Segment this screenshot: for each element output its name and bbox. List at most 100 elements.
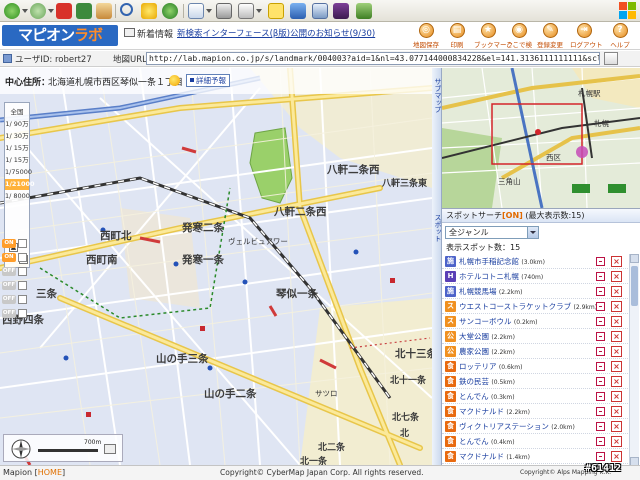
spot-close-icon[interactable]: × bbox=[611, 391, 622, 402]
spot-close-icon[interactable]: × bbox=[611, 421, 622, 432]
tools-icon[interactable] bbox=[356, 3, 372, 19]
spot-route-icon[interactable] bbox=[596, 332, 605, 341]
spot-list-scrollbar[interactable] bbox=[629, 254, 639, 466]
spot-list-item[interactable]: 施札幌競馬場 (2.2km) × bbox=[442, 284, 628, 299]
spot-route-icon[interactable] bbox=[596, 362, 605, 371]
spot-close-icon[interactable]: × bbox=[611, 346, 622, 357]
spot-name-link[interactable]: 大堂公園 (2.2km) bbox=[459, 331, 515, 343]
spot-close-icon[interactable]: × bbox=[611, 301, 622, 312]
zoom-level[interactable]: 1/ 15万 bbox=[5, 143, 29, 154]
spot-name-link[interactable]: ロッテリア (0.6km) bbox=[459, 361, 522, 373]
spot-name-link[interactable]: 鉄の民芸 (0.5km) bbox=[459, 376, 515, 388]
spot-close-icon[interactable]: × bbox=[611, 331, 622, 342]
zoom-level[interactable]: 1/ 90万 bbox=[5, 119, 29, 130]
spot-list-item[interactable]: 食とんでん (0.4km) × bbox=[442, 434, 628, 449]
spot-name-link[interactable]: ヴィクトリアステーション (2.0km) bbox=[459, 421, 575, 433]
forward-dropdown-icon[interactable] bbox=[48, 9, 54, 13]
spot-name-link[interactable]: とんでん (0.3km) bbox=[459, 391, 515, 403]
spot-list-item[interactable]: 食マクドナルド (1.4km) × bbox=[442, 449, 628, 464]
spot-route-icon[interactable] bbox=[596, 317, 605, 326]
spot-list-item[interactable]: 公農家公園 (2.2km) × bbox=[442, 344, 628, 359]
spot-route-icon[interactable] bbox=[596, 257, 605, 266]
spot-close-icon[interactable]: × bbox=[611, 271, 622, 282]
spot-close-icon[interactable]: × bbox=[611, 316, 622, 327]
spot-list-item[interactable]: スサンコーボウル (0.2km) × bbox=[442, 314, 628, 329]
spot-list-item[interactable]: 食マクドナルド (2.2km) × bbox=[442, 404, 628, 419]
tool-toggle[interactable]: OFF bbox=[2, 267, 30, 277]
settings-button[interactable]: ✎ 登録変更 bbox=[536, 23, 564, 49]
spot-close-icon[interactable]: × bbox=[611, 256, 622, 267]
copy-url-button[interactable] bbox=[604, 52, 618, 65]
zoom-level[interactable]: 1/ 15万 bbox=[5, 155, 29, 166]
spot-list-item[interactable]: 食とんでん (0.3km) × bbox=[442, 389, 628, 404]
spot-name-link[interactable]: ウエストコーストラケットクラブ (2.9km) bbox=[459, 301, 597, 313]
spot-name-link[interactable]: ホテルコトニ札幌 (740m) bbox=[459, 271, 543, 283]
overview-map[interactable]: 札幌 札幌駅 西区 三角山 bbox=[442, 68, 640, 208]
tool-toggle[interactable]: OFF bbox=[2, 281, 30, 291]
spot-list-item[interactable]: 食ヴィクトリアステーション (2.0km) × bbox=[442, 419, 628, 434]
zoom-level-active[interactable]: 1/21000 bbox=[5, 179, 35, 190]
footer-home-link[interactable]: HOME bbox=[38, 468, 62, 477]
mail-icon[interactable] bbox=[188, 3, 204, 19]
spot-close-icon[interactable]: × bbox=[611, 436, 622, 447]
spot-route-icon[interactable] bbox=[596, 407, 605, 416]
history-icon[interactable] bbox=[162, 3, 178, 19]
weather-details-button[interactable]: 詳細予報 bbox=[186, 74, 230, 87]
print-button[interactable]: ▤ 印刷 bbox=[443, 23, 471, 49]
spot-list-item[interactable]: 食ロッテリア (0.6km) × bbox=[442, 359, 628, 374]
zoom-level[interactable]: 全国 bbox=[5, 107, 29, 118]
favorites-icon[interactable] bbox=[141, 3, 157, 19]
map-url-input[interactable]: http://lab.mapion.co.jp/s/landmark/00400… bbox=[146, 52, 600, 65]
print-icon[interactable] bbox=[216, 3, 232, 19]
search-icon[interactable] bbox=[120, 3, 133, 16]
news-link[interactable]: 新検索インターフェース(β版)公開のお知らせ(9/30) bbox=[177, 27, 375, 39]
back-dropdown-icon[interactable] bbox=[22, 9, 28, 13]
spot-close-icon[interactable]: × bbox=[611, 451, 622, 462]
spot-route-icon[interactable] bbox=[596, 437, 605, 446]
edit-dropdown-icon[interactable] bbox=[256, 9, 262, 13]
edit-icon[interactable] bbox=[238, 3, 254, 19]
spot-list-item[interactable]: 公大堂公園 (2.2km) × bbox=[442, 329, 628, 344]
spot-name-link[interactable]: 農家公園 (2.2km) bbox=[459, 346, 515, 358]
spot-close-icon[interactable]: × bbox=[611, 286, 622, 297]
spot-tab[interactable]: スポット bbox=[432, 208, 442, 465]
mail-dropdown-icon[interactable] bbox=[206, 9, 212, 13]
tool-toggle[interactable]: ON bbox=[2, 239, 30, 249]
spot-name-link[interactable]: 札幌市手稲記念館 (3.0km) bbox=[459, 256, 545, 268]
spot-list-item[interactable]: H ホテルコトニ札幌 (740m) × bbox=[442, 269, 628, 284]
save-map-button[interactable]: ◎ 地図保存 bbox=[412, 23, 440, 49]
tool-toggle[interactable]: OFF bbox=[2, 309, 30, 319]
notes-icon[interactable] bbox=[268, 3, 284, 19]
spot-name-link[interactable]: マクドナルド (2.2km) bbox=[459, 406, 530, 418]
zoom-level[interactable]: 1/ 8000 bbox=[5, 191, 30, 202]
tool-toggle[interactable]: OFF bbox=[2, 295, 30, 305]
spot-route-icon[interactable] bbox=[596, 302, 605, 311]
home-icon[interactable] bbox=[96, 3, 112, 19]
scrollbar-thumb[interactable] bbox=[631, 266, 638, 306]
spot-close-icon[interactable]: × bbox=[611, 361, 622, 372]
spot-name-link[interactable]: マクドナルド (1.4km) bbox=[459, 451, 530, 463]
back-icon[interactable] bbox=[4, 3, 20, 19]
spot-list-item[interactable]: スウエストコーストラケットクラブ (2.9km) × bbox=[442, 299, 628, 314]
spot-list-item[interactable]: 施札幌市手稲記念館 (3.0km) × bbox=[442, 254, 628, 269]
map-canvas[interactable]: 八軒二条西 八軒三条東 八軒二条西 発寒二条 発寒一条 西町北 西町南 琴似一条… bbox=[0, 68, 432, 465]
zoom-level[interactable]: 1/ 30万 bbox=[5, 131, 29, 142]
messenger-icon[interactable] bbox=[290, 3, 306, 19]
zoom-level[interactable]: 1/75000 bbox=[5, 167, 32, 178]
logout-button[interactable]: ⇥ ログアウト bbox=[570, 23, 603, 49]
winrar-icon[interactable] bbox=[333, 3, 349, 19]
scroll-up-icon[interactable] bbox=[630, 254, 639, 263]
bookmark-button[interactable]: ★ ブックマーク bbox=[474, 23, 513, 49]
spot-route-icon[interactable] bbox=[596, 392, 605, 401]
spot-list-item[interactable]: 食鉄の民芸 (0.5km) × bbox=[442, 374, 628, 389]
genre-select[interactable]: 全ジャンル bbox=[445, 226, 539, 239]
weather-sun-icon[interactable] bbox=[169, 75, 180, 86]
spot-name-link[interactable]: 札幌競馬場 (2.2km) bbox=[459, 286, 522, 298]
spot-name-link[interactable]: サンコーボウル (0.2km) bbox=[459, 316, 537, 328]
forward-icon[interactable] bbox=[30, 3, 46, 19]
ruler-icon[interactable] bbox=[104, 444, 116, 454]
mapion-lab-logo[interactable]: マピオンラボ bbox=[2, 25, 118, 46]
search-here-button[interactable]: ◉ ここで検 bbox=[505, 23, 533, 49]
spot-route-icon[interactable] bbox=[596, 272, 605, 281]
submap-tab[interactable]: サブマップ bbox=[432, 68, 442, 208]
